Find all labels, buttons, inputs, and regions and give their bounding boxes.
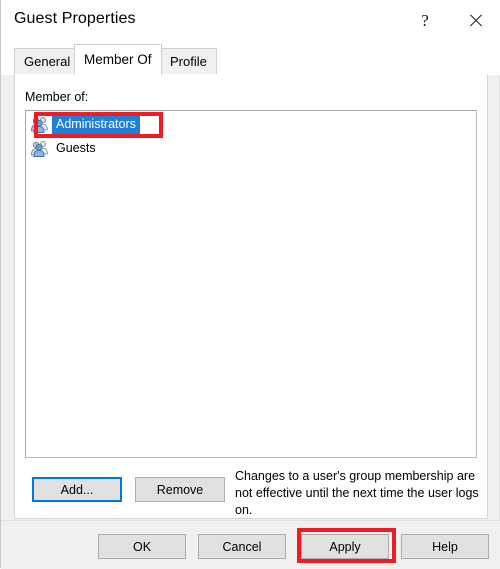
user-group-icon — [31, 117, 48, 133]
tab-profile[interactable]: Profile — [160, 48, 217, 75]
remove-button[interactable]: Remove — [135, 477, 225, 502]
list-item[interactable]: Administrators — [28, 114, 474, 135]
list-item[interactable]: Guests — [28, 138, 474, 159]
tab-general[interactable]: General — [14, 48, 81, 75]
add-button[interactable]: Add... — [32, 477, 122, 502]
dialog-button-bar: OK Cancel Apply Help — [1, 520, 500, 569]
apply-button[interactable]: Apply — [301, 534, 389, 559]
list-item-label: Administrators — [52, 115, 140, 134]
question-mark-icon: ? — [421, 11, 429, 30]
user-group-icon — [31, 141, 48, 157]
close-icon — [453, 0, 499, 42]
member-of-listbox[interactable]: Administrators Guests — [25, 110, 477, 458]
tab-member-of[interactable]: Member Of — [74, 44, 162, 75]
list-item-label: Guests — [56, 141, 96, 155]
cancel-button[interactable]: Cancel — [198, 534, 286, 559]
membership-description: Changes to a user's group membership are… — [235, 469, 479, 517]
help-question-icon[interactable]: ? — [402, 0, 448, 42]
guest-properties-dialog: Guest Properties ? General Member Of Pro… — [0, 0, 500, 569]
tab-content-panel: Member of: Administrators Guests Add... … — [14, 74, 488, 519]
member-of-label: Member of: — [25, 90, 89, 104]
window-title: Guest Properties — [14, 10, 136, 27]
help-button[interactable]: Help — [401, 534, 489, 559]
close-button[interactable] — [453, 0, 499, 42]
tab-strip: General Member Of Profile — [1, 42, 500, 75]
ok-button[interactable]: OK — [98, 534, 186, 559]
title-bar: Guest Properties ? — [1, 0, 500, 42]
